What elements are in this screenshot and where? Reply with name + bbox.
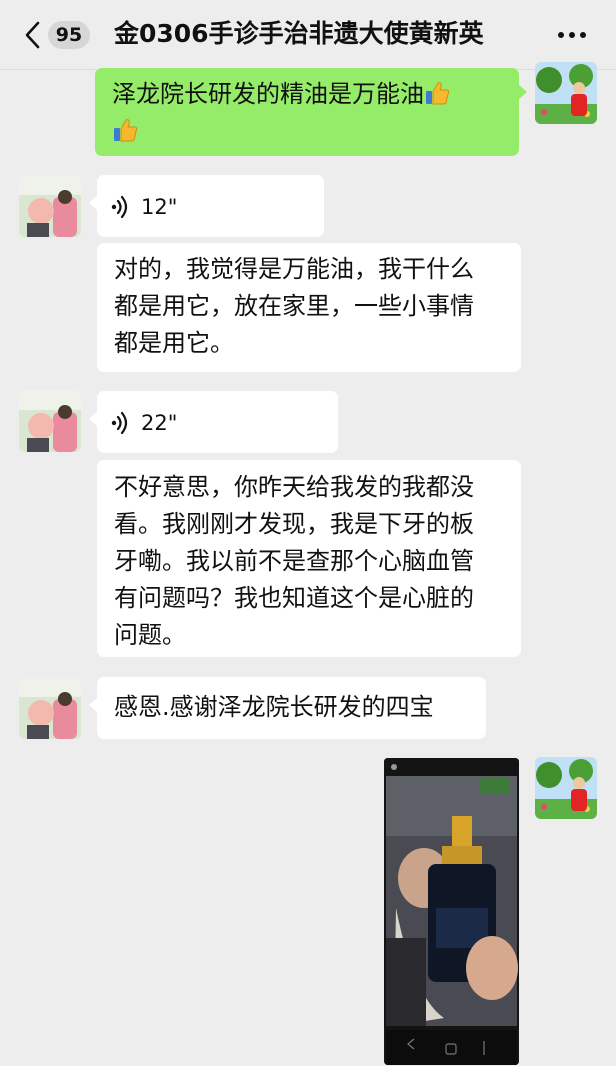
voice-duration: 22" (141, 411, 178, 435)
video-message-thumbnail[interactable] (384, 758, 519, 1065)
ellipsis-icon (558, 32, 586, 38)
message-line: 问题。 (114, 621, 186, 649)
chat-header: 95 金0306手诊手治非遗大使黄新英 (0, 0, 616, 70)
message-line: 不好意思，你昨天给我发的我都没 (114, 473, 474, 501)
back-button[interactable] (22, 20, 48, 50)
message-text: 泽龙院长研发的精油是万能油 (112, 80, 424, 108)
my-avatar[interactable] (535, 757, 597, 819)
chat-title: 金0306手诊手治非遗大使黄新英 (114, 19, 484, 48)
sent-message-bubble[interactable]: 泽龙院长研发的精油是万能油 (95, 68, 527, 156)
video-preview (384, 758, 519, 1065)
contact-avatar[interactable] (19, 677, 81, 739)
message-line: 看。我刚刚才发现，我是下牙的板 (114, 510, 474, 538)
voice-message-bubble[interactable]: 12" (89, 175, 324, 237)
contact-avatar[interactable] (19, 390, 81, 452)
message-line: 都是用它，放在家里，一些小事情 (114, 292, 474, 320)
more-options-button[interactable] (556, 18, 588, 52)
received-message-bubble[interactable]: 感恩.感谢泽龙院长研发的四宝 (89, 677, 486, 739)
voice-wave-icon (111, 411, 128, 435)
thumbs-up-icon (424, 80, 450, 106)
message-line: 都是用它。 (114, 329, 234, 357)
my-avatar[interactable] (535, 62, 597, 124)
contact-avatar[interactable] (19, 175, 81, 237)
voice-duration: 12" (141, 195, 178, 219)
received-message-bubble[interactable]: 不好意思，你昨天给我发的我都没 看。我刚刚才发现，我是下牙的板 牙嘞。我以前不是… (97, 460, 521, 657)
message-line: 有问题吗？我也知道这个是心脏的 (114, 584, 474, 612)
voice-message-bubble[interactable]: 22" (89, 391, 338, 453)
voice-wave-icon (111, 195, 128, 219)
message-text: 感恩.感谢泽龙院长研发的四宝 (114, 693, 434, 721)
message-line: 对的，我觉得是万能油，我干什么 (114, 255, 474, 283)
thumbs-up-icon (112, 117, 138, 143)
message-line: 牙嘞。我以前不是查那个心脑血管 (114, 547, 474, 575)
unread-count-badge[interactable]: 95 (48, 21, 90, 49)
received-message-bubble[interactable]: 对的，我觉得是万能油，我干什么 都是用它，放在家里，一些小事情 都是用它。 (97, 243, 521, 372)
chevron-left-icon (25, 21, 40, 49)
